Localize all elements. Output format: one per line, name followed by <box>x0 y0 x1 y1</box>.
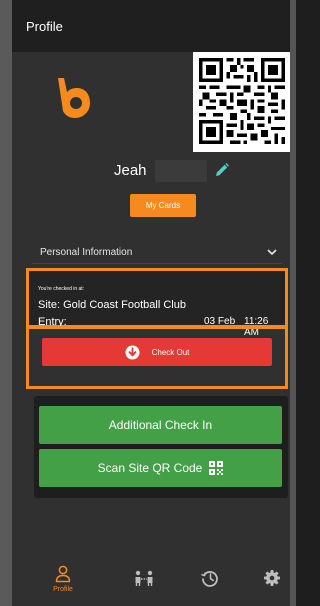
nav-profile[interactable]: Profile <box>48 556 78 606</box>
nav-profile-label: Profile <box>53 586 73 593</box>
scrollbar[interactable] <box>290 0 296 606</box>
scan-site-qr-label: Scan Site QR Code <box>97 461 203 475</box>
check-out-button[interactable]: Check Out <box>42 338 272 366</box>
redacted-surname <box>155 160 207 182</box>
page-title: Profile <box>26 19 63 34</box>
check-out-label: Check Out <box>151 347 190 357</box>
qr-code-icon <box>209 461 224 475</box>
app-screen: Profile Jeah My Cards Personal Informati… <box>12 0 290 606</box>
bottom-navigation: Profile <box>12 556 290 606</box>
person-icon <box>55 565 71 583</box>
checkin-status-card: You're checked in at: Site: Gold Coast F… <box>26 268 288 338</box>
app-bar: Profile <box>12 0 290 52</box>
nav-history[interactable] <box>199 556 221 606</box>
scan-site-qr-button[interactable]: Scan Site QR Code <box>39 449 282 487</box>
nav-settings[interactable] <box>261 556 283 606</box>
edit-pencil-icon[interactable] <box>214 162 230 178</box>
profile-qr-code <box>193 52 290 152</box>
brand-logo-icon <box>58 78 90 118</box>
arrow-down-circle-icon <box>125 344 140 360</box>
history-icon <box>201 571 218 587</box>
nav-check-ins[interactable] <box>132 556 156 606</box>
checked-in-heading: You're checked in at: <box>38 286 85 292</box>
chevron-down-icon <box>267 249 277 256</box>
check-ins-icon <box>135 570 153 586</box>
personal-information-toggle[interactable]: Personal Information <box>32 240 282 264</box>
left-edge <box>0 0 12 606</box>
personal-information-label: Personal Information <box>40 247 133 258</box>
additional-check-in-label: Additional Check In <box>108 418 213 432</box>
my-cards-button[interactable]: My Cards <box>130 194 196 217</box>
checked-in-site: Site: Gold Coast Football Club <box>38 299 186 311</box>
additional-check-in-button[interactable]: Additional Check In <box>39 406 282 444</box>
gear-icon <box>264 570 280 586</box>
profile-name: Jeah <box>114 162 147 179</box>
